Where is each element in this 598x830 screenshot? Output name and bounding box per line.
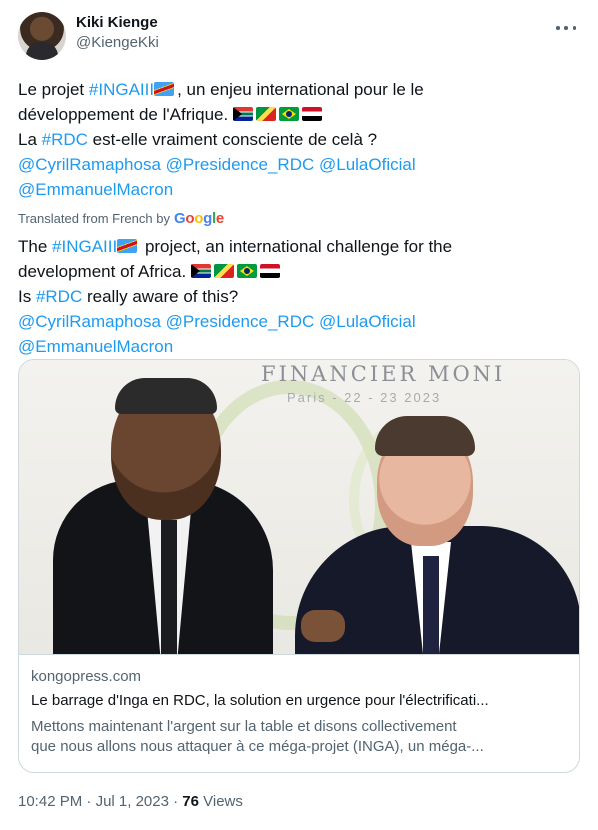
flag-south-africa-icon bbox=[232, 107, 253, 121]
tweet-line: @EmmanuelMacron bbox=[18, 177, 580, 202]
hashtag-rdc[interactable]: #RDC bbox=[42, 130, 88, 149]
tweet-date[interactable]: Jul 1, 2023 bbox=[96, 793, 169, 810]
handshake bbox=[301, 610, 345, 642]
flag-dr-congo-icon bbox=[117, 239, 138, 253]
tweet-text-translated: The #INGAIII project, an international c… bbox=[18, 234, 580, 359]
text-fragment: , un enjeu international pour le le bbox=[177, 80, 424, 99]
avatar-shirt bbox=[26, 42, 58, 60]
text-fragment: The bbox=[18, 237, 53, 256]
more-options-icon[interactable] bbox=[556, 18, 576, 38]
link-description-line: Mettons maintenant l'argent sur la table… bbox=[31, 718, 457, 735]
text-fragment: Is bbox=[18, 287, 36, 306]
views-label: Views bbox=[198, 793, 243, 810]
tweet-line: Le projet #INGAIII , un enjeu internation… bbox=[18, 77, 580, 102]
tweet-header: Kiki Kienge @KiengeKki bbox=[18, 12, 580, 60]
hashtag-rdc[interactable]: #RDC bbox=[36, 287, 82, 306]
flag-egypt-icon bbox=[301, 107, 322, 121]
flag-south-africa-icon bbox=[190, 264, 211, 278]
link-description-line: que nous allons nous attaquer à ce méga-… bbox=[31, 738, 484, 755]
author-handle[interactable]: @KiengeKki bbox=[76, 33, 159, 53]
person-left-tie bbox=[161, 520, 177, 654]
mention-macron[interactable]: @EmmanuelMacron bbox=[18, 337, 173, 356]
text-fragment: est-elle vraiment consciente de celà ? bbox=[87, 130, 378, 149]
tweet-time[interactable]: 10:42 PM bbox=[18, 793, 82, 810]
tweet-line: Is #RDC really aware of this? bbox=[18, 284, 580, 309]
text-fragment: La bbox=[18, 130, 42, 149]
separator: · bbox=[168, 793, 183, 810]
author-block: Kiki Kienge @KiengeKki bbox=[76, 13, 159, 53]
flag-congo-icon bbox=[213, 264, 234, 278]
tweet-line: The #INGAIII project, an international c… bbox=[18, 234, 580, 259]
link-domain: kongopress.com bbox=[31, 668, 142, 685]
banner-subtext: Paris - 22 - 23 2023 bbox=[287, 390, 442, 405]
link-title: Le barrage d'Inga en RDC, la solution en… bbox=[31, 692, 489, 709]
tweet-line: @CyrilRamaphosa @Presidence_RDC @LulaOfi… bbox=[18, 309, 580, 334]
tweet-line: @EmmanuelMacron bbox=[18, 334, 580, 359]
flag-dr-congo-icon bbox=[154, 82, 175, 96]
flag-brazil-icon bbox=[278, 107, 299, 121]
tweet-line: développement de l'Afrique. bbox=[18, 102, 580, 127]
separator: · bbox=[82, 793, 96, 810]
flag-congo-icon bbox=[255, 107, 276, 121]
text-fragment: project, an international challenge for … bbox=[140, 237, 453, 256]
avatar[interactable] bbox=[18, 12, 66, 60]
mention-macron[interactable]: @EmmanuelMacron bbox=[18, 180, 173, 199]
text-fragment: development of Africa. bbox=[18, 262, 191, 281]
translation-attribution: Translated from French by Google bbox=[18, 210, 224, 228]
tweet-text-original: Le projet #INGAIII , un enjeu internation… bbox=[18, 77, 580, 202]
mention-lula[interactable]: @LulaOficial bbox=[319, 155, 416, 174]
person-right-tie bbox=[423, 556, 439, 654]
link-preview-card[interactable]: FINANCIER MONI Paris - 22 - 23 2023 kong… bbox=[18, 359, 580, 773]
text-fragment: Le projet bbox=[18, 80, 89, 99]
link-preview-image[interactable]: FINANCIER MONI Paris - 22 - 23 2023 bbox=[19, 360, 579, 654]
tweet-footer: 10:42 PM · Jul 1, 2023 · 76 Views bbox=[18, 792, 243, 812]
tweet-line: La #RDC est-elle vraiment consciente de … bbox=[18, 127, 580, 152]
flag-brazil-icon bbox=[236, 264, 257, 278]
translation-label: Translated from French by bbox=[18, 211, 170, 226]
banner-text: FINANCIER MONI bbox=[261, 362, 506, 386]
person-left-hair bbox=[115, 378, 217, 414]
mention-ramaphosa[interactable]: @CyrilRamaphosa bbox=[18, 155, 161, 174]
link-description: Mettons maintenant l'argent sur la table… bbox=[31, 717, 567, 757]
text-fragment: développement de l'Afrique. bbox=[18, 105, 233, 124]
author-display-name[interactable]: Kiki Kienge bbox=[76, 13, 159, 33]
views-count: 76 bbox=[182, 793, 199, 810]
google-logo[interactable]: Google bbox=[174, 210, 224, 228]
hashtag-inga[interactable]: #INGAIII bbox=[52, 237, 117, 256]
link-preview-meta[interactable]: kongopress.com Le barrage d'Inga en RDC,… bbox=[19, 654, 579, 757]
mention-presidence-rdc[interactable]: @Presidence_RDC bbox=[166, 312, 315, 331]
tweet-line: @CyrilRamaphosa @Presidence_RDC @LulaOfi… bbox=[18, 152, 580, 177]
mention-lula[interactable]: @LulaOficial bbox=[319, 312, 416, 331]
tweet-line: development of Africa. bbox=[18, 259, 580, 284]
text-fragment: really aware of this? bbox=[82, 287, 239, 306]
person-right-hair bbox=[375, 416, 475, 456]
flag-egypt-icon bbox=[259, 264, 280, 278]
mention-presidence-rdc[interactable]: @Presidence_RDC bbox=[166, 155, 315, 174]
mention-ramaphosa[interactable]: @CyrilRamaphosa bbox=[18, 312, 161, 331]
hashtag-inga[interactable]: #INGAIII bbox=[89, 80, 154, 99]
